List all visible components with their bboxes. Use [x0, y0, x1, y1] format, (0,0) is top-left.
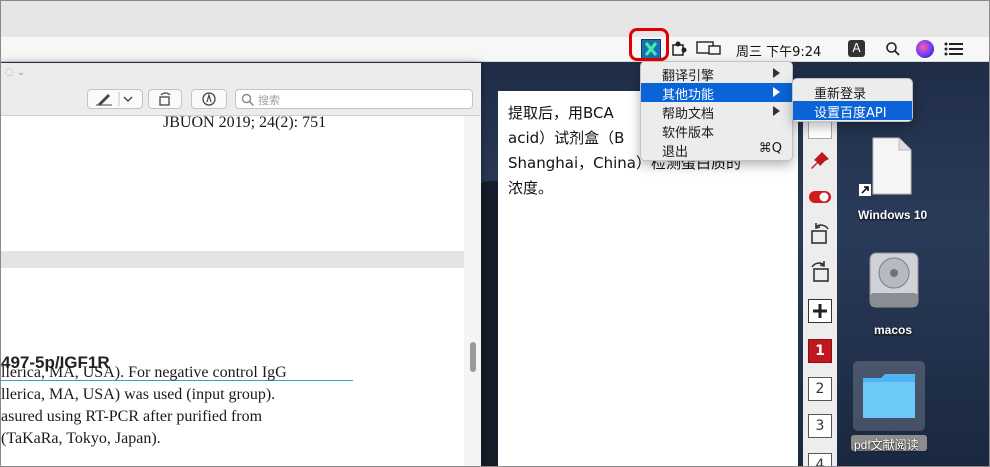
rotate-back-icon[interactable]	[808, 259, 832, 283]
tools-strip: 1 2 3 4	[803, 101, 837, 467]
pdf-folder-icon[interactable]	[861, 368, 917, 424]
screen-mirror-icon[interactable]	[696, 41, 722, 57]
app-menu: 翻译引擎 其他功能 帮助文档 软件版本 退出 ⌘Q	[640, 61, 793, 161]
menu-item-label: 帮助文档	[662, 107, 715, 122]
siri-icon[interactable]	[916, 40, 934, 58]
toggle-switch[interactable]	[808, 185, 832, 209]
pdf-toolbar: ◌ ⌄ 搜索	[1, 63, 481, 116]
menu-bar	[1, 37, 989, 62]
menu-item-relogin[interactable]: 重新登录	[793, 82, 912, 102]
journal-reference: JBUON 2019; 24(2): 751	[163, 114, 327, 131]
pdf-window: ◌ ⌄ 搜索 JBUON 2019; 24(2): 751 497-5p/IGF…	[1, 63, 481, 466]
rotate-page-icon	[159, 92, 171, 106]
pdf-folder-label: pdf文献阅读	[854, 438, 919, 452]
body-line: asured using RT-PCR after purified from	[1, 408, 263, 425]
alias-arrow-icon	[859, 184, 871, 196]
window-top-strip	[1, 1, 989, 37]
pen-circle-icon	[202, 92, 216, 106]
highlight-annotation	[629, 28, 669, 61]
windows10-label: Windows 10	[858, 208, 928, 222]
scrollbar-thumb[interactable]	[470, 342, 476, 372]
submenu-arrow-icon	[773, 68, 780, 78]
menu-item-label: 设置百度API	[814, 106, 887, 121]
notification-center-icon[interactable]	[944, 41, 964, 57]
submenu-arrow-icon	[773, 87, 780, 97]
menu-item-label: 重新登录	[814, 87, 867, 102]
search-placeholder: 搜索	[258, 94, 280, 107]
menu-item-quit[interactable]: 退出 ⌘Q	[641, 140, 792, 160]
pdf-page[interactable]: JBUON 2019; 24(2): 751 497-5p/IGF1R ller…	[1, 114, 464, 466]
number-2-button[interactable]: 2	[808, 377, 832, 401]
menu-item-label: 退出	[662, 145, 689, 160]
body-line: llerica, MA, USA) was used (input group)…	[1, 386, 276, 403]
spotlight-search-icon[interactable]	[885, 41, 901, 57]
number-label: 2	[815, 381, 825, 397]
menu-item-label: 软件版本	[662, 126, 715, 141]
menu-item-other-functions[interactable]: 其他功能	[641, 83, 792, 103]
menu-item-set-baidu-api[interactable]: 设置百度API	[793, 101, 912, 121]
other-functions-submenu: 重新登录 设置百度API	[792, 78, 913, 122]
submenu-arrow-icon	[773, 106, 780, 116]
macos-label: macos	[874, 323, 913, 337]
translation-line: 浓度。	[508, 179, 554, 197]
pen-icon	[96, 92, 133, 106]
rotate-page-button[interactable]	[148, 89, 182, 109]
menu-item-version[interactable]: 软件版本	[641, 121, 792, 141]
pin-icon[interactable]	[808, 149, 832, 173]
macos-disk-icon[interactable]	[868, 249, 920, 311]
window-title-chevron-icon: ◌ ⌄	[5, 67, 26, 78]
menu-clock[interactable]: 周三 下午9:24	[736, 41, 821, 60]
markup-button[interactable]	[87, 89, 143, 109]
body-line: llerica, MA, USA). For negative control …	[1, 364, 287, 381]
menu-item-label: 翻译引擎	[662, 69, 715, 84]
puzzle-status-icon[interactable]	[670, 40, 688, 58]
number-label: 1	[815, 343, 825, 359]
pdf-scrollbar[interactable]	[464, 116, 481, 466]
windows10-file-icon[interactable]	[859, 136, 915, 196]
search-input[interactable]: 搜索	[235, 89, 473, 109]
number-1-button[interactable]: 1	[808, 339, 832, 363]
add-icon[interactable]	[808, 299, 832, 323]
annotate-button[interactable]	[191, 89, 227, 109]
input-method-label: A	[852, 41, 861, 55]
number-3-button[interactable]: 3	[808, 414, 832, 438]
body-line: (TaKaRa, Tokyo, Japan).	[1, 430, 161, 447]
menu-item-help[interactable]: 帮助文档	[641, 102, 792, 122]
number-label: 3	[815, 418, 825, 434]
quit-shortcut: ⌘Q	[758, 141, 782, 156]
menu-item-engine[interactable]: 翻译引擎	[641, 64, 792, 84]
search-icon	[241, 93, 255, 107]
menu-item-label: 其他功能	[662, 88, 715, 103]
input-method-icon[interactable]: A	[848, 40, 865, 57]
rotate-icon[interactable]	[808, 221, 832, 245]
number-4-button[interactable]: 4	[808, 453, 832, 467]
number-label: 4	[815, 457, 825, 467]
page-separator	[1, 251, 464, 268]
